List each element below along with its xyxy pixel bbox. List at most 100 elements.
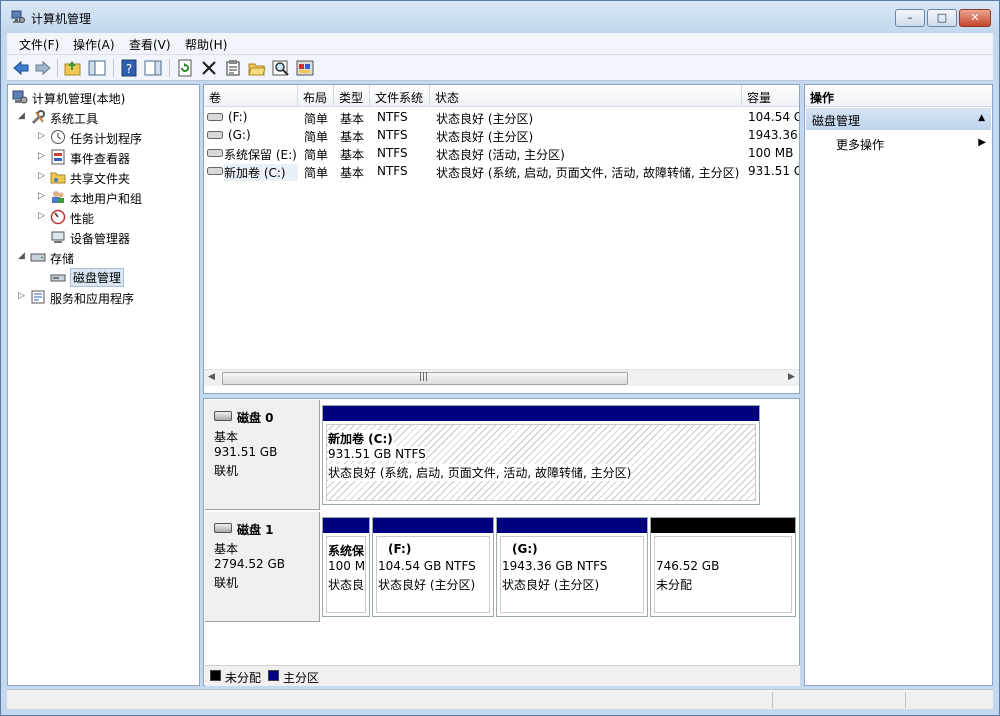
- help-icon[interactable]: ?: [119, 58, 139, 78]
- scroll-right-icon[interactable]: ▶: [788, 372, 795, 382]
- menu-action[interactable]: 操作(A): [73, 36, 115, 53]
- show-hide-tree-icon[interactable]: [87, 58, 107, 78]
- partition-name: 系统保: [328, 544, 365, 558]
- maximize-button[interactable]: □: [927, 9, 957, 27]
- table-row[interactable]: 系统保留 (E:) 简单 基本 NTFS 状态良好 (活动, 主分区) 100 …: [204, 144, 799, 162]
- disk-state: 联机: [214, 464, 239, 478]
- collapse-triangle-icon[interactable]: ▲: [978, 113, 985, 123]
- collapse-arrow-icon[interactable]: ◢: [18, 251, 25, 261]
- disk-settings-icon[interactable]: [295, 58, 315, 78]
- actions-title: 操作: [805, 85, 992, 107]
- close-button[interactable]: ✕: [959, 9, 991, 27]
- partition-status: 状态良: [328, 578, 365, 592]
- unallocated-swatch: [210, 670, 221, 681]
- table-row[interactable]: (G:) 简单 基本 NTFS 状态良好 (主分区) 1943.36 (: [204, 126, 799, 144]
- primary-partition-bar: [323, 406, 759, 421]
- expand-arrow-icon[interactable]: ▷: [38, 191, 45, 201]
- more-actions[interactable]: 更多操作: [836, 136, 884, 153]
- properties-icon[interactable]: [223, 58, 243, 78]
- computer-management-icon: [12, 90, 28, 104]
- expand-arrow-icon[interactable]: ▷: [38, 171, 45, 181]
- drive-icon: [207, 113, 223, 121]
- disk-size: 931.51 GB: [214, 445, 278, 459]
- partition-size: 931.51 GB NTFS: [328, 447, 426, 461]
- users-icon: [52, 191, 64, 203]
- back-icon[interactable]: [11, 58, 31, 78]
- device-manager-icon: [51, 231, 65, 243]
- show-hide-action-pane-icon[interactable]: [143, 58, 163, 78]
- tree-label: 系统工具: [50, 112, 99, 126]
- partition-size: 1943.36 GB NTFS: [502, 559, 608, 573]
- disk-state: 联机: [214, 576, 239, 590]
- disk-type: 基本: [214, 542, 239, 556]
- column-header-layout[interactable]: 布局: [298, 85, 334, 107]
- table-row[interactable]: (F:) 简单 基本 NTFS 状态良好 (主分区) 104.54 G: [204, 108, 799, 126]
- partition-size: 746.52 GB: [656, 559, 720, 573]
- toolbar-separator: [113, 59, 114, 77]
- column-header-volume[interactable]: 卷: [204, 85, 298, 107]
- partition-f[interactable]: (F:) 104.54 GB NTFS 状态良好 (主分区): [372, 517, 494, 617]
- refresh-icon[interactable]: [175, 58, 195, 78]
- forward-icon[interactable]: [33, 58, 53, 78]
- tools-icon: [31, 110, 45, 125]
- disk-0-info[interactable]: 磁盘 0 基本 931.51 GB 联机: [205, 400, 320, 510]
- table-row[interactable]: 新加卷 (C:) 简单 基本 NTFS 状态良好 (系统, 启动, 页面文件, …: [204, 162, 799, 181]
- menu-bar: 文件(F) 操作(A) 查看(V) 帮助(H): [7, 33, 993, 55]
- disk-management-icon: [50, 274, 66, 282]
- expand-arrow-icon[interactable]: ▷: [38, 131, 45, 141]
- scroll-left-icon[interactable]: ◀: [208, 372, 215, 382]
- up-folder-icon[interactable]: [63, 58, 83, 78]
- disk-name: 磁盘 1: [237, 523, 274, 537]
- tree-label: 设备管理器: [70, 232, 131, 246]
- legend-unallocated: 未分配: [225, 671, 262, 685]
- partition-legend: 未分配 主分区: [205, 665, 800, 686]
- submenu-arrow-icon[interactable]: ▶: [978, 137, 986, 148]
- primary-partition-bar: [323, 518, 369, 533]
- actions-pane: 操作 磁盘管理 ▲ 更多操作 ▶: [804, 84, 993, 686]
- partition-status: 状态良好 (主分区): [378, 578, 476, 592]
- column-header-capacity[interactable]: 容量: [742, 85, 799, 107]
- tree-label: 事件查看器: [70, 152, 131, 166]
- scrollbar-thumb[interactable]: |||: [222, 372, 628, 385]
- delete-icon[interactable]: [199, 58, 219, 78]
- disk-1-info[interactable]: 磁盘 1 基本 2794.52 GB 联机: [205, 512, 320, 622]
- disk-icon: [214, 523, 232, 533]
- actions-section-disk-management[interactable]: 磁盘管理 ▲: [806, 108, 991, 130]
- menu-file[interactable]: 文件(F): [19, 36, 59, 53]
- expand-arrow-icon[interactable]: ▷: [38, 211, 45, 221]
- horizontal-scrollbar[interactable]: ◀ ||| ▶: [204, 369, 799, 386]
- open-folder-icon[interactable]: [247, 58, 267, 78]
- partition-unallocated[interactable]: 746.52 GB 未分配: [650, 517, 796, 617]
- primary-partition-bar: [373, 518, 493, 533]
- partition-system-reserved[interactable]: 系统保 100 M 状态良: [322, 517, 370, 617]
- partition-size: 100 M: [328, 559, 366, 573]
- column-header-filesystem[interactable]: 文件系统: [370, 85, 430, 107]
- toolbar-separator: [169, 59, 170, 77]
- minimize-button[interactable]: –: [895, 9, 925, 27]
- tree-label: 任务计划程序: [70, 132, 143, 146]
- status-bar: [7, 689, 993, 709]
- section-label: 磁盘管理: [812, 114, 861, 128]
- search-icon[interactable]: [271, 58, 291, 78]
- tree-label: 计算机管理(本地): [32, 92, 126, 106]
- legend-primary: 主分区: [283, 671, 320, 685]
- column-header-type[interactable]: 类型: [334, 85, 370, 107]
- volume-list: 卷 布局 类型 文件系统 状态 容量 (F:) 简单 基本 NTFS 状态良好 …: [203, 84, 800, 394]
- tree-label: 服务和应用程序: [50, 292, 135, 306]
- column-header-status[interactable]: 状态: [430, 85, 742, 107]
- collapse-arrow-icon[interactable]: ◢: [18, 111, 25, 121]
- expand-arrow-icon[interactable]: ▷: [18, 291, 25, 301]
- menu-help[interactable]: 帮助(H): [185, 36, 227, 53]
- partition-c[interactable]: 新加卷 (C:) 931.51 GB NTFS 状态良好 (系统, 启动, 页面…: [322, 405, 760, 505]
- menu-view[interactable]: 查看(V): [129, 36, 171, 53]
- disk-graphical-view: 磁盘 0 基本 931.51 GB 联机 新加卷 (C:) 931.51 GB …: [203, 398, 800, 686]
- primary-partition-bar: [497, 518, 647, 533]
- primary-partition-swatch: [268, 670, 279, 681]
- expand-arrow-icon[interactable]: ▷: [38, 151, 45, 161]
- drive-icon: [207, 131, 223, 139]
- partition-g[interactable]: (G:) 1943.36 GB NTFS 状态良好 (主分区): [496, 517, 648, 617]
- partition-body: [654, 536, 792, 613]
- clock-icon: [51, 130, 65, 144]
- event-viewer-icon: [51, 149, 65, 165]
- toolbar: ?: [7, 55, 993, 81]
